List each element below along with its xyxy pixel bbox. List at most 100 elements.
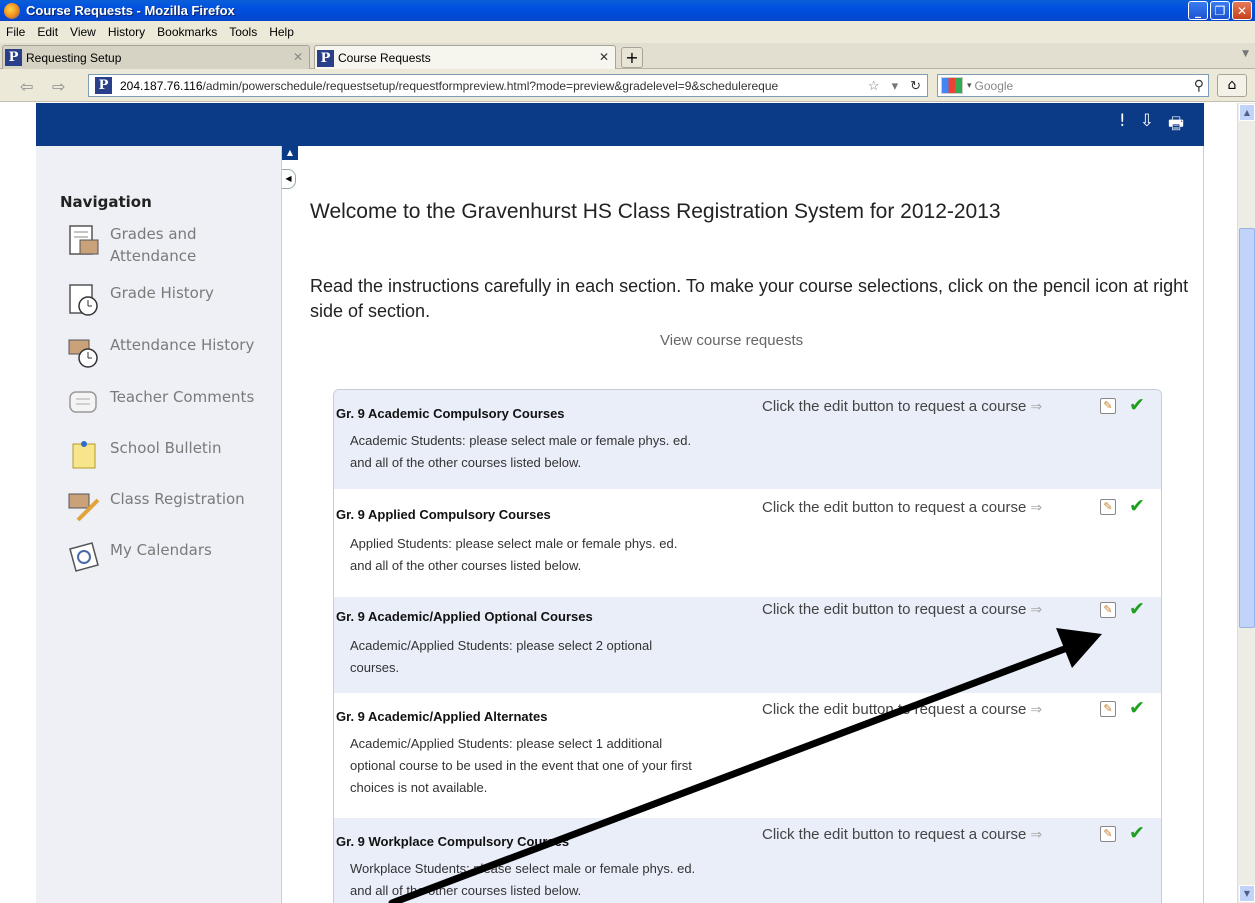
nav-toolbar: ⇦ ⇨ P 204.187.76.116/admin/powerschedule…: [0, 69, 1255, 102]
check-icon: ✔: [1129, 598, 1145, 620]
window-titlebar: Course Requests - Mozilla Firefox _ ❐ ✕: [0, 0, 1255, 21]
menu-tools[interactable]: Tools: [223, 25, 263, 39]
edit-prompt-text: Click the edit button to request a cours…: [762, 398, 1027, 415]
back-arrow-icon[interactable]: ⇦: [20, 77, 33, 96]
alert-icon[interactable]: !: [1119, 111, 1126, 140]
vertical-scrollbar[interactable]: ▲ ▼: [1237, 103, 1255, 903]
edit-prompt-text: Click the edit button to request a cours…: [762, 499, 1027, 516]
left-navigation: Navigation Grades and Attendance Grade H…: [36, 146, 282, 903]
edit-pencil-button[interactable]: ✎: [1100, 398, 1116, 414]
collapse-nav-icon[interactable]: ◀: [282, 169, 296, 189]
tab-label: Course Requests: [338, 51, 431, 65]
nav-label: School Bulletin: [110, 439, 222, 457]
right-arrow-icon: ⇒: [1030, 398, 1043, 414]
window-title: Course Requests - Mozilla Firefox: [26, 3, 235, 18]
search-placeholder[interactable]: Google: [975, 79, 1014, 93]
address-url[interactable]: 204.187.76.116/admin/powerschedule/reque…: [120, 79, 862, 93]
url-path: /admin/powerschedule/requestsetup/reques…: [202, 78, 779, 93]
right-arrow-icon: ⇒: [1030, 826, 1043, 842]
google-engine-icon[interactable]: [941, 77, 963, 94]
maximize-button[interactable]: ❐: [1210, 1, 1230, 20]
section-title: Gr. 9 Academic/Applied Optional Courses: [336, 609, 593, 624]
check-icon: ✔: [1129, 822, 1145, 844]
page-header-band: ! ⇩ 🖶: [36, 103, 1204, 146]
powerschool-favicon-icon: P: [95, 77, 112, 94]
powerschool-favicon-icon: P: [5, 49, 22, 66]
collapse-header-icon[interactable]: ▲: [282, 146, 298, 160]
edit-pencil-button[interactable]: ✎: [1100, 826, 1116, 842]
history-dropdown-icon[interactable]: ▾: [892, 78, 899, 94]
print-icon[interactable]: 🖶: [1168, 111, 1184, 140]
nav-item-teacher-comments[interactable]: Teacher Comments: [66, 386, 254, 422]
home-button[interactable]: ⌂: [1217, 74, 1247, 97]
bulletin-icon: [72, 441, 96, 469]
tab-close-icon[interactable]: ✕: [293, 50, 303, 64]
check-icon: ✔: [1129, 697, 1145, 719]
edit-pencil-button[interactable]: ✎: [1100, 701, 1116, 717]
section-title: Gr. 9 Academic/Applied Alternates: [336, 709, 548, 724]
section-alternates: Gr. 9 Academic/Applied Alternates Academ…: [334, 693, 1161, 818]
section-title: Gr. 9 Workplace Compulsory Courses: [336, 834, 570, 849]
download-icon[interactable]: ⇩: [1140, 111, 1154, 140]
grade-history-icon: [69, 284, 98, 316]
nav-item-school-bulletin[interactable]: School Bulletin: [66, 437, 221, 473]
section-description: Applied Students: please select male or …: [350, 536, 678, 573]
section-description: Workplace Students: please select male o…: [350, 861, 696, 898]
tab-list-chevron-icon[interactable]: ▼: [1242, 49, 1249, 59]
edit-prompt: Click the edit button to request a cours…: [762, 499, 1042, 516]
section-description: Academic/Applied Students: please select…: [350, 638, 653, 675]
page-title: Welcome to the Gravenhurst HS Class Regi…: [310, 200, 1001, 223]
menu-file[interactable]: File: [0, 25, 31, 39]
nav-item-class-registration[interactable]: Class Registration: [66, 488, 245, 524]
search-magnifier-icon[interactable]: ⚲: [1194, 77, 1204, 94]
menu-edit[interactable]: Edit: [31, 25, 64, 39]
nav-item-my-calendars[interactable]: My Calendars: [66, 539, 212, 575]
engine-dropdown-icon[interactable]: ▾: [967, 80, 972, 91]
edit-prompt: Click the edit button to request a cours…: [762, 701, 1042, 718]
tab-requesting-setup[interactable]: P Requesting Setup ✕: [2, 45, 310, 69]
reload-icon[interactable]: ↻: [910, 78, 921, 94]
edit-pencil-button[interactable]: ✎: [1100, 499, 1116, 515]
new-tab-button[interactable]: +: [621, 47, 643, 68]
firefox-logo-icon: [4, 2, 20, 19]
tab-label: Requesting Setup: [26, 50, 122, 65]
scroll-down-icon[interactable]: ▼: [1239, 885, 1255, 902]
minimize-button[interactable]: _: [1188, 1, 1208, 20]
right-arrow-icon: ⇒: [1030, 601, 1043, 617]
right-arrow-icon: ⇒: [1030, 701, 1043, 717]
section-description: Academic/Applied Students: please select…: [350, 736, 692, 795]
calendar-icon: [69, 542, 99, 572]
nav-label: Teacher Comments: [110, 388, 255, 406]
nav-item-grade-history[interactable]: Grade History: [66, 282, 214, 318]
content-border: [1203, 146, 1204, 903]
search-bar[interactable]: ▾ Google ⚲: [937, 74, 1209, 97]
tab-course-requests[interactable]: P Course Requests ✕: [314, 45, 616, 70]
menu-help[interactable]: Help: [263, 25, 300, 39]
request-sections: Gr. 9 Academic Compulsory Courses Academ…: [333, 389, 1162, 903]
address-bar[interactable]: P 204.187.76.116/admin/powerschedule/req…: [88, 74, 928, 97]
scroll-thumb[interactable]: [1239, 228, 1255, 628]
edit-prompt: Click the edit button to request a cours…: [762, 601, 1042, 618]
bookmark-star-icon[interactable]: ☆: [868, 78, 880, 94]
view-course-requests-link[interactable]: View course requests: [660, 332, 803, 349]
menu-bookmarks[interactable]: Bookmarks: [151, 25, 223, 39]
section-workplace-compulsory: Gr. 9 Workplace Compulsory Courses Workp…: [334, 818, 1161, 903]
edit-pencil-button[interactable]: ✎: [1100, 602, 1116, 618]
edit-prompt-text: Click the edit button to request a cours…: [762, 826, 1027, 843]
check-icon: ✔: [1129, 394, 1145, 416]
edit-prompt-text: Click the edit button to request a cours…: [762, 701, 1027, 718]
close-button[interactable]: ✕: [1232, 1, 1252, 20]
menu-bar: File Edit View History Bookmarks Tools H…: [0, 21, 1255, 43]
section-optional: Gr. 9 Academic/Applied Optional Courses …: [334, 597, 1161, 693]
menu-view[interactable]: View: [64, 25, 102, 39]
url-host: 204.187.76.116: [120, 78, 203, 93]
forward-arrow-icon[interactable]: ⇨: [52, 77, 65, 96]
menu-history[interactable]: History: [102, 25, 151, 39]
grades-icon: [69, 225, 99, 255]
tab-close-icon[interactable]: ✕: [599, 50, 609, 64]
scroll-up-icon[interactable]: ▲: [1239, 104, 1255, 121]
right-arrow-icon: ⇒: [1030, 499, 1043, 515]
nav-item-grades-attendance[interactable]: Grades and Attendance: [66, 223, 220, 267]
nav-item-attendance-history[interactable]: Attendance History: [66, 334, 254, 370]
page-viewport: ! ⇩ 🖶 Navigation Grades and Attendance G…: [0, 103, 1237, 903]
